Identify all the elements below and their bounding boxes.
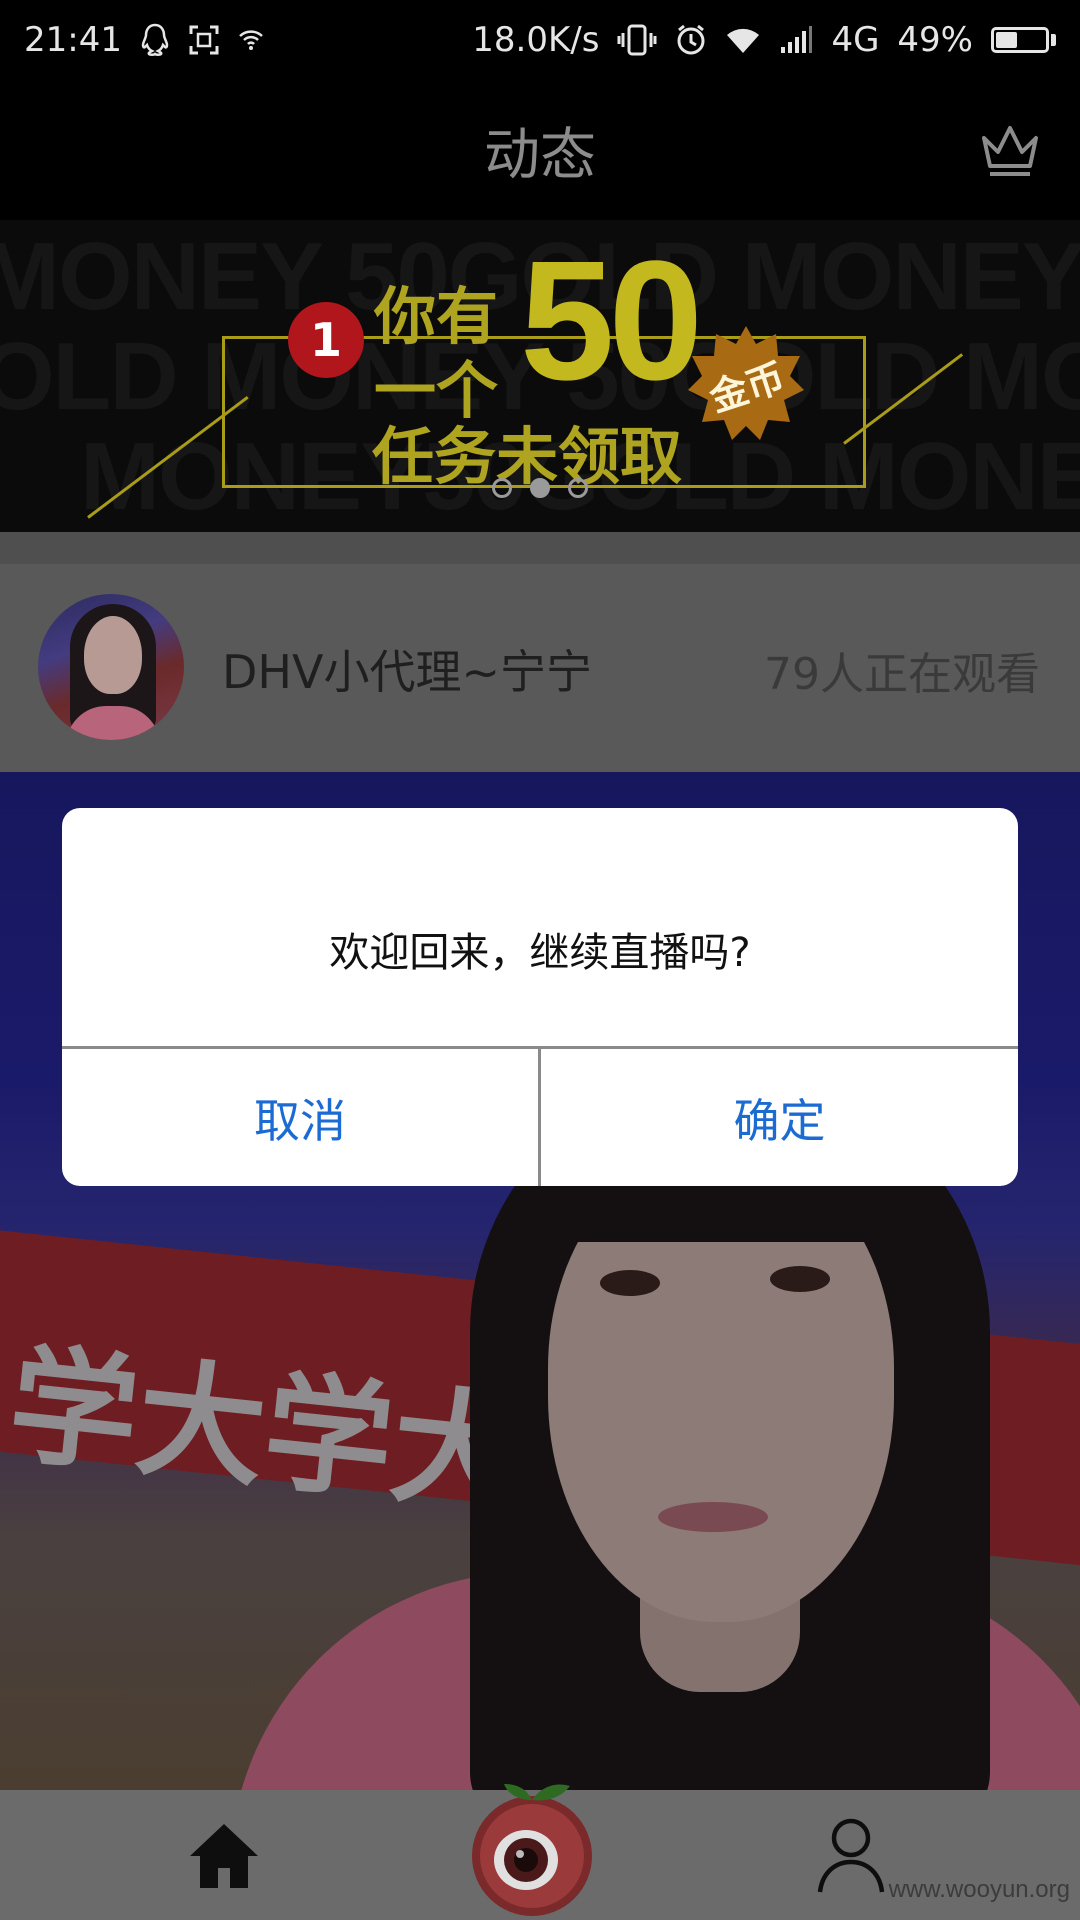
pagination-dot-active[interactable]: [530, 478, 550, 498]
wifi-icon: [725, 25, 761, 55]
wifi-small-icon: [238, 28, 264, 52]
viewer-count: 79人正在观看: [764, 649, 1040, 700]
photo-eye: [600, 1270, 660, 1296]
crown-icon[interactable]: [978, 118, 1042, 182]
streamer-name[interactable]: DHV小代理~宁宁: [222, 636, 592, 702]
promo-banner[interactable]: MONEY 50GOLD MONEY 50GOLD OLD MONEY 50GO…: [0, 220, 1080, 532]
banner-pagination: [0, 478, 1080, 498]
resume-live-dialog: 欢迎回来，继续直播吗? 取消 确定: [62, 808, 1018, 1186]
battery-icon: [991, 27, 1056, 53]
status-right: 18.0K/s 4G 49%: [472, 20, 1056, 60]
battery-body: [991, 27, 1049, 53]
avatar[interactable]: [38, 594, 184, 740]
coin-seal-icon: 金币: [686, 324, 806, 444]
photo-eye: [770, 1266, 830, 1292]
watermark: www.wooyun.org: [888, 1876, 1070, 1903]
cancel-button[interactable]: 取消: [62, 1049, 538, 1186]
network-type: 4G: [831, 20, 880, 60]
signal-icon: [779, 25, 813, 55]
net-speed: 18.0K/s: [472, 20, 600, 60]
screenshot-icon: [188, 24, 220, 56]
profile-icon[interactable]: [816, 1816, 886, 1894]
banner-badge: 1: [288, 302, 364, 378]
photo-lips: [658, 1502, 768, 1532]
feed-card-header[interactable]: DHV小代理~宁宁 79人正在观看: [0, 564, 1080, 772]
pagination-dot[interactable]: [492, 478, 512, 498]
status-left: 21:41: [24, 20, 264, 60]
pagination-dot[interactable]: [568, 478, 588, 498]
battery-fill: [996, 32, 1018, 48]
app-header: 动态: [0, 80, 1080, 220]
live-eye-icon[interactable]: [462, 1772, 606, 1920]
avatar-face: [84, 616, 142, 694]
qq-icon: [140, 23, 170, 57]
feed-gap: [0, 532, 1080, 564]
bottom-nav: www.wooyun.org: [0, 1784, 1080, 1920]
dialog-message: 欢迎回来，继续直播吗?: [329, 930, 751, 976]
banner-amount: 50: [520, 226, 703, 416]
battery-percent: 49%: [897, 20, 973, 60]
confirm-button[interactable]: 确定: [541, 1049, 1018, 1186]
status-time: 21:41: [24, 20, 122, 60]
home-icon[interactable]: [186, 1820, 262, 1892]
battery-cap: [1051, 34, 1056, 46]
vibrate-icon: [617, 24, 657, 56]
page-title: 动态: [484, 123, 596, 188]
alarm-icon: [675, 24, 707, 56]
status-bar: 21:41 18.0K/s 4G 49%: [0, 0, 1080, 80]
app-screen: 21:41 18.0K/s 4G 49% 动态 MONEY 50GOLD MON…: [0, 0, 1080, 1920]
